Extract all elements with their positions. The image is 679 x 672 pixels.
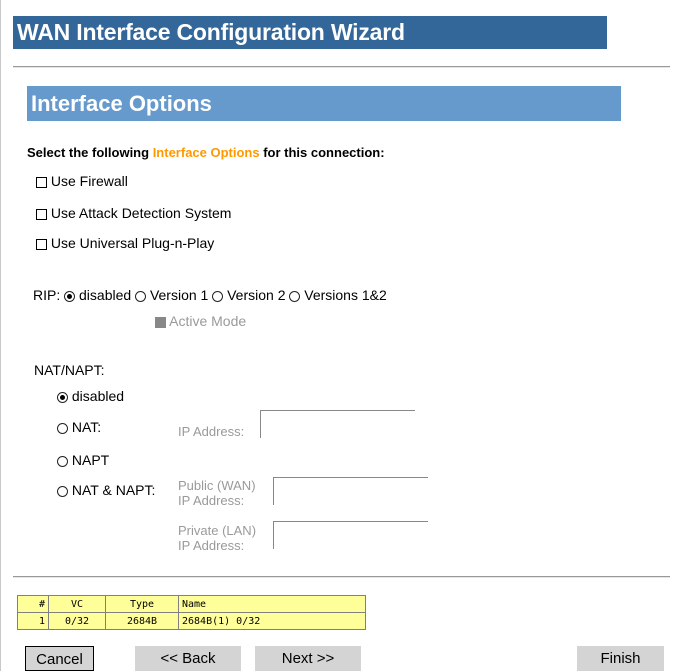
active-mode-checkbox xyxy=(155,316,166,328)
attack-detection-label: Use Attack Detection System xyxy=(50,205,232,221)
table-row[interactable]: 1 0/32 2684B 2684B(1) 0/32 xyxy=(17,612,366,630)
upnp-checkbox[interactable] xyxy=(36,238,47,250)
vc-header-type: Type xyxy=(105,595,179,613)
vc-header-name: Name xyxy=(178,595,366,613)
vc-cell-type: 2684B xyxy=(105,612,179,630)
vc-header-num: # xyxy=(17,595,49,613)
divider-bottom xyxy=(13,576,670,578)
cancel-button[interactable]: Cancel xyxy=(25,646,94,671)
nat-napt-option[interactable]: NAT & NAPT: xyxy=(57,482,155,498)
rip-v1-radio[interactable] xyxy=(135,290,147,302)
rip-v12-radio[interactable] xyxy=(289,290,301,302)
private-lan-title: Private (LAN) xyxy=(178,523,257,538)
option-attack-detection[interactable]: Use Attack Detection System xyxy=(36,205,231,221)
section-title: Interface Options xyxy=(27,86,621,121)
vc-cell-num: 1 xyxy=(17,612,49,630)
next-button[interactable]: Next >> xyxy=(255,646,361,671)
rip-row: RIP: disabled Version 1 Version 2 Versio… xyxy=(33,287,387,303)
nat-napt-radio[interactable] xyxy=(57,485,68,497)
nat-disabled-option[interactable]: disabled xyxy=(57,388,124,404)
rip-disabled-label: disabled xyxy=(79,287,132,303)
vc-table: # VC Type Name 1 0/32 2684B 2684B(1) 0/3… xyxy=(17,595,366,630)
instructions: Select the following Interface Options f… xyxy=(27,145,385,160)
napt-option[interactable]: NAPT xyxy=(57,452,109,468)
vc-cell-vc: 0/32 xyxy=(48,612,106,630)
public-wan-title: Public (WAN) xyxy=(178,478,256,493)
napt-option-label: NAPT xyxy=(71,452,110,468)
back-button[interactable]: << Back xyxy=(135,646,241,671)
vc-cell-name: 2684B(1) 0/32 xyxy=(178,612,366,630)
nat-napt-option-label: NAT & NAPT: xyxy=(71,482,156,498)
upnp-label: Use Universal Plug-n-Play xyxy=(50,235,215,251)
firewall-checkbox[interactable] xyxy=(36,176,47,188)
active-mode: Active Mode xyxy=(155,313,246,329)
instructions-highlight: Interface Options xyxy=(152,145,260,160)
instructions-prefix: Select the following xyxy=(27,145,153,160)
rip-v2-radio[interactable] xyxy=(212,290,224,302)
nat-ip-label: IP Address: xyxy=(178,424,245,439)
active-mode-label: Active Mode xyxy=(169,313,247,329)
wizard-title: WAN Interface Configuration Wizard xyxy=(13,16,607,49)
vc-header-vc: VC xyxy=(48,595,106,613)
napt-radio[interactable] xyxy=(57,455,68,467)
instructions-suffix: for this connection: xyxy=(259,145,385,160)
nat-label: NAT/NAPT: xyxy=(34,362,105,378)
public-ip-input[interactable] xyxy=(273,477,428,505)
nat-disabled-label: disabled xyxy=(71,388,125,404)
firewall-label: Use Firewall xyxy=(50,173,128,189)
option-upnp[interactable]: Use Universal Plug-n-Play xyxy=(36,235,214,251)
nat-ip-input[interactable] xyxy=(260,410,415,438)
left-border xyxy=(0,0,1,671)
nat-disabled-radio[interactable] xyxy=(57,391,68,403)
rip-v2-label: Version 2 xyxy=(227,287,286,303)
rip-label: RIP: xyxy=(33,287,61,303)
nat-option[interactable]: NAT: xyxy=(57,419,101,435)
nat-radio[interactable] xyxy=(57,422,68,434)
public-wan-label: Public (WAN) IP Address: xyxy=(178,478,256,508)
private-ip-input[interactable] xyxy=(273,521,428,549)
option-firewall[interactable]: Use Firewall xyxy=(36,173,128,189)
finish-button[interactable]: Finish xyxy=(577,646,664,671)
divider-top xyxy=(13,66,670,68)
rip-v12-label: Versions 1&2 xyxy=(304,287,387,303)
attack-detection-checkbox[interactable] xyxy=(36,208,47,220)
rip-v1-label: Version 1 xyxy=(149,287,209,303)
nat-option-label: NAT: xyxy=(71,419,102,435)
private-lan-label: Private (LAN) IP Address: xyxy=(178,523,256,553)
public-ip-label: IP Address: xyxy=(178,493,245,508)
private-ip-label: IP Address: xyxy=(178,538,245,553)
rip-disabled-radio[interactable] xyxy=(64,290,76,302)
